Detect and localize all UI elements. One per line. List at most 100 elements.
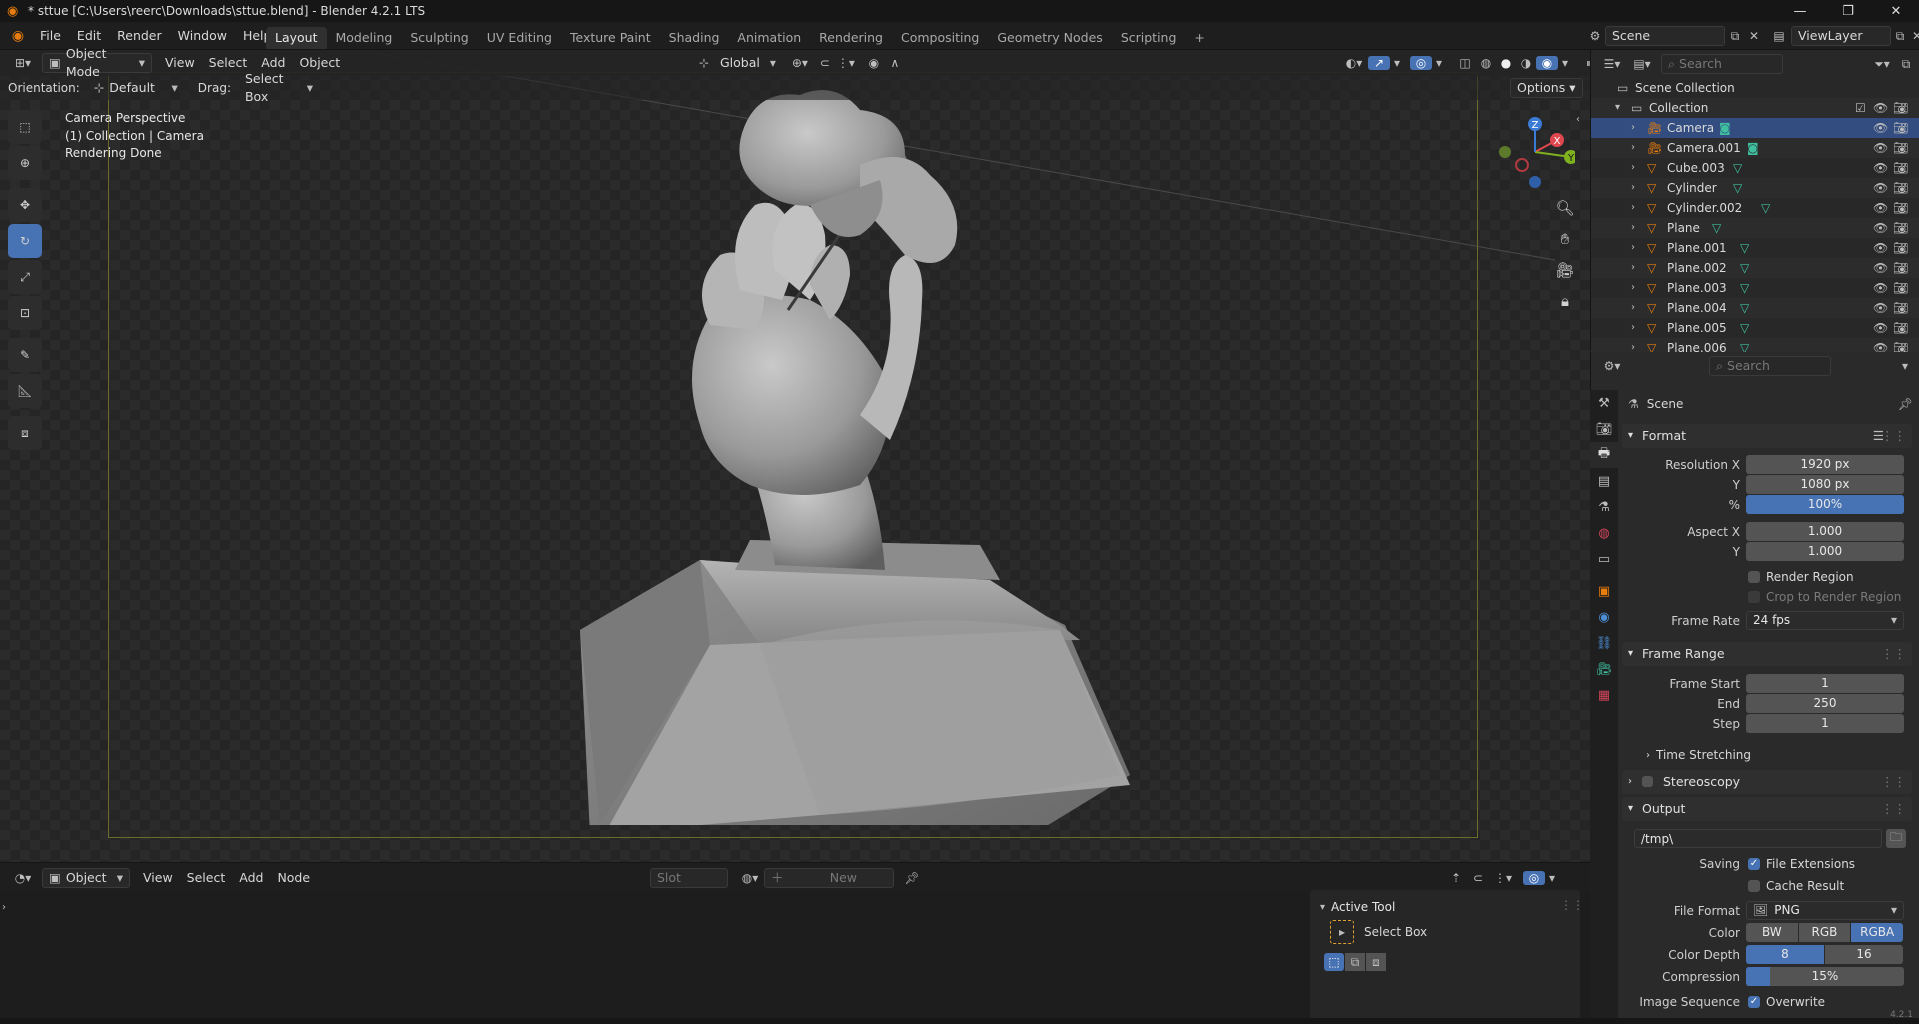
chevron-right-icon[interactable]: › [1631,278,1635,298]
eye-icon[interactable]: 👁︎ [1873,158,1888,178]
camera-render-icon[interactable]: 📷︎ [1893,278,1908,298]
panel-format-header[interactable]: ▾ Format ☰ ⋮⋮ [1622,424,1912,448]
lock-icon[interactable]: 🔒︎ [1552,288,1578,314]
eye-icon[interactable]: 👁︎ [1873,218,1888,238]
chevron-right-icon[interactable]: › [1631,318,1635,338]
mesh-data-icon[interactable]: ▽ [1733,178,1742,198]
scene-selector[interactable]: Scene [1605,26,1725,46]
eye-icon[interactable]: 👁︎ [1873,98,1888,118]
tab-modeling[interactable]: Modeling [327,27,402,49]
delete-scene-icon[interactable]: ✕ [1745,29,1763,43]
color-depth-option-16[interactable]: 16 [1825,945,1903,964]
outliner-item[interactable]: › ▽ Plane ▽ 👁︎ 📷︎ [1591,218,1919,238]
snap-target-icon[interactable]: ⋮▾ [1489,871,1517,885]
tab-object[interactable]: ▣ [1590,578,1618,604]
outliner-item[interactable]: › ▽ Cylinder ▽ 👁︎ 📷︎ [1591,178,1919,198]
falloff-icon[interactable]: ∧ [885,56,905,70]
tab-animation[interactable]: Animation [728,27,810,49]
tab-tool[interactable]: ⚒ [1590,390,1618,416]
outliner-item[interactable]: › ▽ Cylinder.002 ▽ 👁︎ 📷︎ [1591,198,1919,218]
eye-icon[interactable]: 👁︎ [1873,198,1888,218]
panel-stereoscopy-header[interactable]: › Stereoscopy ⋮⋮ [1622,770,1912,794]
snap-icon[interactable]: ⊂ [1467,871,1489,885]
mode-subtract-icon[interactable]: ⧈ [1366,953,1386,971]
gizmo-neg-y-axis[interactable] [1499,146,1511,158]
camera-render-icon[interactable]: 📷︎ [1893,318,1908,338]
eye-icon[interactable]: 👁︎ [1873,238,1888,258]
measure-tool[interactable]: 📐︎ [8,374,42,408]
chevron-down-icon[interactable]: ▾ [1545,871,1559,885]
frame-end-field[interactable]: 250 [1746,694,1904,713]
outliner-collection[interactable]: ▾ ▭ Collection ☑ 👁︎ 📷︎ [1591,98,1919,118]
menu-file[interactable]: File [32,22,69,50]
color-option-rgba[interactable]: RGBA [1851,923,1903,942]
camera-render-icon[interactable]: 📷︎ [1893,298,1908,318]
tab-compositing[interactable]: Compositing [892,27,988,49]
mesh-data-icon[interactable]: ▽ [1740,238,1749,258]
camera-render-icon[interactable]: 📷︎ [1893,238,1908,258]
slot-selector[interactable]: Slot [650,868,728,888]
camera-render-icon[interactable]: 📷︎ [1893,258,1908,278]
delete-view-layer-icon[interactable]: ✕ [1909,29,1919,43]
chevron-down-icon[interactable]: ▾ [1558,56,1572,70]
eye-icon[interactable]: 👁︎ [1873,318,1888,338]
camera-render-icon[interactable]: 📷︎ [1893,98,1908,118]
outliner-item[interactable]: › ▽ Plane.001 ▽ 👁︎ 📷︎ [1591,238,1919,258]
scale-tool[interactable]: ⤢ [8,260,42,294]
move-tool[interactable]: ✥ [8,188,42,222]
mesh-data-icon[interactable]: ▽ [1712,218,1721,238]
chevron-down-icon[interactable]: ▾ [1432,56,1446,70]
properties-search-input[interactable]: ⌕ Search [1709,356,1831,376]
resolution-y-field[interactable]: 1080 px [1746,475,1904,494]
resolution-x-field[interactable]: 1920 px [1746,455,1904,474]
tab-shading[interactable]: Shading [660,27,729,49]
pin-icon[interactable]: 📌︎ [1898,397,1913,411]
navigation-gizmo[interactable]: X Y Z [1495,112,1575,192]
drag-selector[interactable]: Select Box ▾ [239,71,319,104]
maximize-button[interactable]: ❐ [1825,0,1871,22]
camera-view-icon[interactable]: 🎥︎ [1552,257,1578,283]
camera-render-icon[interactable]: 📷︎ [1893,138,1908,158]
color-depth-option-8[interactable]: 8 [1746,945,1824,964]
eye-icon[interactable]: 👁︎ [1873,298,1888,318]
eye-icon[interactable]: 👁︎ [1873,278,1888,298]
mesh-data-icon[interactable]: ▽ [1761,198,1770,218]
chevron-down-icon[interactable]: ▾ [1895,359,1915,373]
folder-icon[interactable]: 🗀 [1886,829,1906,848]
time-stretching-subpanel[interactable]: › Time Stretching [1646,745,1751,765]
overlays-icon[interactable]: ◎ [1523,871,1545,885]
pin-icon[interactable]: 📌︎ [900,871,924,885]
solid-shading-icon[interactable]: ● [1496,56,1516,70]
toolbar-expand-icon[interactable]: › [2,902,6,913]
camera-render-icon[interactable]: 📷︎ [1893,218,1908,238]
drag-handle-icon[interactable]: ⋮⋮ [1881,770,1906,794]
sidebar-toggle-icon[interactable]: ‹ [1576,114,1580,125]
outliner-item[interactable]: › 🎥︎ Camera ◙ 👁︎ 📷︎ [1591,118,1919,138]
node-menu-add[interactable]: Add [232,868,270,888]
zoom-icon[interactable]: 🔍︎ [1552,195,1578,221]
editor-type-icon[interactable]: ◔▾ [8,871,38,885]
minimize-button[interactable]: — [1777,0,1823,22]
chevron-down-icon[interactable]: ▾ [1615,98,1620,118]
drag-handle-icon[interactable]: ⋮⋮ [1881,797,1906,821]
overlays-icon[interactable]: ◎ [1410,56,1432,70]
camera-data-icon[interactable]: ◙ [1719,118,1731,138]
chevron-right-icon[interactable]: › [1631,258,1635,278]
tab-uv-editing[interactable]: UV Editing [478,27,561,49]
output-path-input[interactable]: /tmp\ [1634,829,1882,848]
tab-sculpting[interactable]: Sculpting [401,27,477,49]
menu-window[interactable]: Window [170,22,235,50]
chevron-right-icon[interactable]: › [1631,158,1635,178]
tab-constraints[interactable]: ⛓︎ [1590,630,1618,656]
editor-type-icon[interactable]: ☰▾ [1597,57,1627,71]
add-workspace-button[interactable]: + [1185,27,1213,49]
outliner-item[interactable]: › ▽ Cube.003 ▽ 👁︎ 📷︎ [1591,158,1919,178]
drag-handle-icon[interactable]: ⋮⋮ [1560,898,1584,912]
new-material-button[interactable]: ＋ New [764,868,894,888]
new-scene-icon[interactable]: ⧉ [1725,29,1745,44]
camera-render-icon[interactable]: 📷︎ [1893,118,1908,138]
tab-render[interactable]: 📷︎ [1590,416,1618,442]
exclude-checkbox-icon[interactable]: ☑ [1855,98,1866,118]
viewport-menu-view[interactable]: View [158,53,202,73]
chevron-down-icon[interactable]: ▾ [1390,56,1404,70]
